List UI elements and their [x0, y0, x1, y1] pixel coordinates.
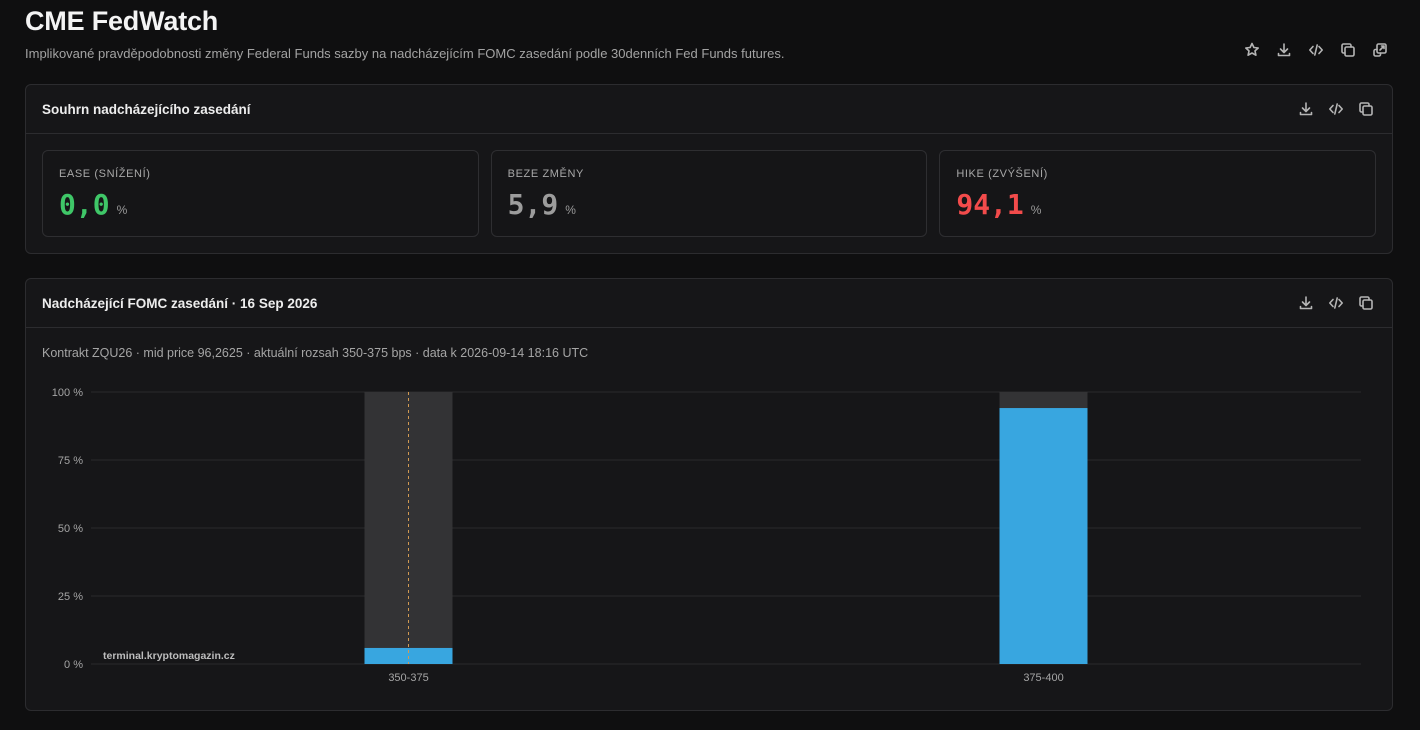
code-icon[interactable]: [1306, 40, 1326, 60]
page-actions: [1242, 40, 1390, 60]
summary-stats: EASE (SNÍŽENÍ) 0,0 % BEZE ZMĚNY 5,9 % HI…: [26, 134, 1392, 253]
stat-unit: %: [116, 203, 128, 217]
chart-meta: Kontrakt ZQU26 · mid price 96,2625 · akt…: [42, 346, 589, 360]
fomc-panel-actions: [1296, 293, 1376, 313]
watermark: terminal.kryptomagazin.cz: [103, 650, 235, 662]
summary-panel-actions: [1296, 99, 1376, 119]
stat-label: BEZE ZMĚNY: [507, 168, 584, 180]
open-external-icon[interactable]: [1370, 40, 1390, 60]
stat-value: 5,9: [507, 188, 559, 221]
x-tick-label: 350-375: [388, 672, 428, 684]
copy-icon[interactable]: [1356, 99, 1376, 119]
page-subtitle: Implikované pravděpodobnosti změny Feder…: [25, 46, 785, 61]
code-icon[interactable]: [1326, 99, 1346, 119]
stat-value: 0,0: [59, 188, 110, 221]
stat-card-no-change: BEZE ZMĚNY 5,9 %: [490, 150, 928, 237]
y-tick-label: 50 %: [58, 523, 83, 535]
stat-unit: %: [1030, 203, 1042, 217]
stat-label: EASE (SNÍŽENÍ): [59, 168, 151, 180]
download-icon[interactable]: [1296, 99, 1316, 119]
fomc-panel-header: Nadcházející FOMC zasedání · 16 Sep 2026: [26, 279, 1392, 328]
fomc-panel: Nadcházející FOMC zasedání · 16 Sep 2026…: [25, 278, 1393, 711]
download-icon[interactable]: [1296, 293, 1316, 313]
y-tick-label: 100 %: [52, 387, 83, 399]
stat-card-hike: HIKE (ZVÝŠENÍ) 94,1 %: [939, 150, 1377, 237]
y-tick-label: 25 %: [58, 591, 83, 603]
y-tick-label: 0 %: [64, 659, 83, 671]
copy-icon[interactable]: [1356, 293, 1376, 313]
fomc-panel-title: Nadcházející FOMC zasedání · 16 Sep 2026: [42, 295, 318, 311]
summary-panel-header: Souhrn nadcházejícího zasedání: [26, 85, 1392, 134]
bar-track: [364, 392, 453, 664]
stat-card-ease: EASE (SNÍŽENÍ) 0,0 %: [42, 150, 479, 237]
star-icon[interactable]: [1242, 40, 1262, 60]
download-icon[interactable]: [1274, 40, 1294, 60]
page-title: CME FedWatch: [25, 6, 219, 36]
copy-icon[interactable]: [1338, 40, 1358, 60]
bar: [999, 408, 1088, 664]
summary-panel-title: Souhrn nadcházejícího zasedání: [42, 101, 251, 117]
summary-panel: Souhrn nadcházejícího zasedání EASE (SNÍ…: [25, 84, 1393, 254]
code-icon[interactable]: [1326, 293, 1346, 313]
probability-chart: 0 % 25 % 50 % 75 % 100 % 350-375 375-400 termin…: [52, 387, 1361, 684]
y-tick-label: 75 %: [58, 455, 83, 467]
stat-unit: %: [565, 203, 576, 217]
stat-value: 94,1: [956, 188, 1024, 221]
x-tick-label: 375-400: [1023, 672, 1063, 684]
stat-label: HIKE (ZVÝŠENÍ): [956, 168, 1048, 180]
